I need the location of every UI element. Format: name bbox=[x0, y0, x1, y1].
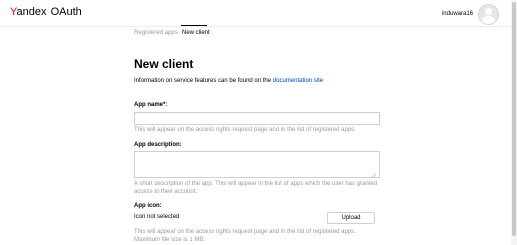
info-text: Information on service features can be f… bbox=[134, 78, 323, 84]
app-name-hint: This will appear on the access rights re… bbox=[134, 127, 356, 133]
app-icon-hint: This will appear on the access rights re… bbox=[134, 229, 356, 243]
avatar-body-icon bbox=[482, 15, 495, 24]
icon-status-text: Icon not selected bbox=[134, 214, 180, 220]
yandex-oauth-logo[interactable]: Yandex OAuth bbox=[10, 5, 82, 19]
tab-new-client[interactable]: New client bbox=[181, 25, 210, 36]
app-description-label: App description: bbox=[134, 142, 182, 148]
logo-yandex: andex bbox=[16, 6, 47, 18]
active-tab-indicator bbox=[181, 25, 207, 26]
upload-button[interactable]: Upload bbox=[327, 212, 375, 224]
user-menu[interactable]: induwara16 bbox=[442, 3, 499, 25]
documentation-link[interactable]: documentation site bbox=[273, 78, 323, 84]
app-name-label: App name*: bbox=[134, 102, 168, 108]
scrollbar[interactable] bbox=[511, 0, 517, 245]
tab-new-client-label: New client bbox=[182, 30, 210, 36]
app-description-textarea[interactable] bbox=[134, 151, 380, 178]
scrollbar-thumb[interactable] bbox=[512, 2, 516, 236]
page-title: New client bbox=[134, 57, 194, 71]
info-text-body: Information on service features can be f… bbox=[134, 78, 272, 84]
username[interactable]: induwara16 bbox=[442, 11, 473, 17]
textarea-resize-icon[interactable] bbox=[372, 173, 376, 177]
app-name-input[interactable] bbox=[134, 112, 380, 125]
avatar[interactable] bbox=[478, 3, 499, 25]
logo-service-name: OAuth bbox=[50, 6, 82, 18]
header: Yandex OAuth induwara16 bbox=[0, 0, 517, 27]
app-icon-label: App icon: bbox=[134, 203, 162, 209]
app-description-hint: A short description of the app. This wil… bbox=[134, 181, 378, 195]
avatar-head-icon bbox=[485, 7, 492, 15]
tab-registered-apps[interactable]: Registered apps bbox=[134, 30, 178, 36]
